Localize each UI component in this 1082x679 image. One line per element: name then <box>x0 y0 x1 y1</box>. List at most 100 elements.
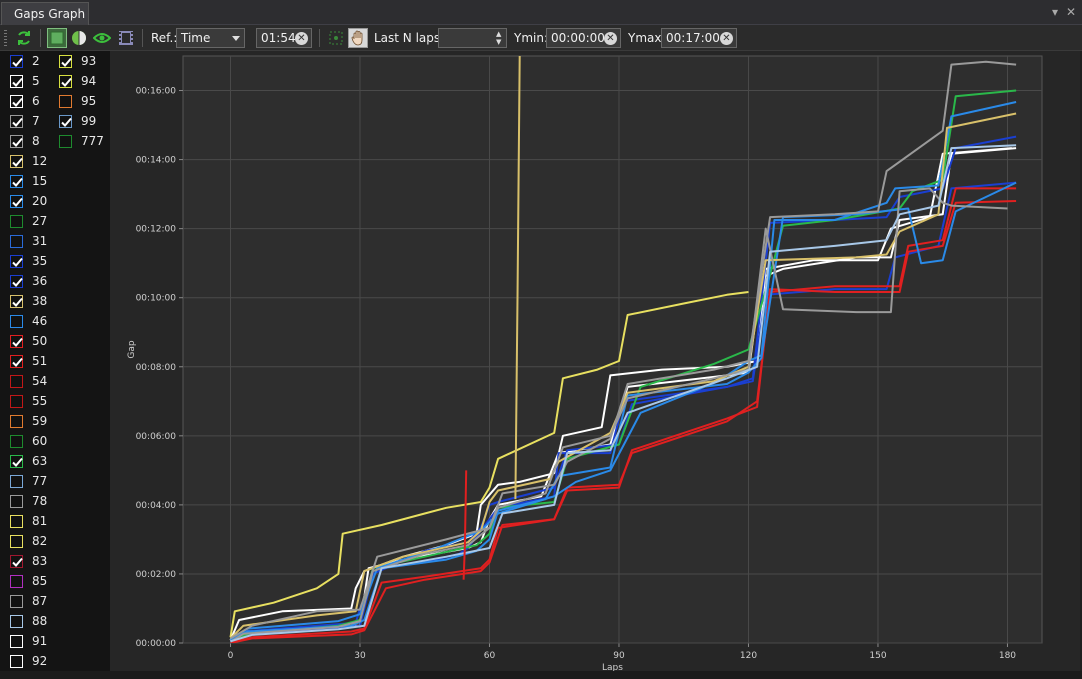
driver-checkbox[interactable] <box>59 94 72 108</box>
gaps-chart-svg[interactable]: 0 30 60 90 120 150 180 00:00:00 00:02:00 00:04:00… <box>110 51 1080 673</box>
toolbar-grip[interactable] <box>4 30 7 46</box>
driver-number-label: 82 <box>32 534 48 548</box>
driver-item[interactable]: 777 <box>59 132 104 150</box>
driver-item[interactable]: 31 <box>10 232 47 250</box>
driver-item[interactable]: 55 <box>10 392 47 410</box>
last-n-laps-stepper[interactable]: ▲ ▼ <box>438 28 507 48</box>
clear-icon[interactable]: ✕ <box>720 32 733 45</box>
ymin-input[interactable]: 00:00:00 ✕ <box>546 28 621 48</box>
driver-checkbox[interactable] <box>10 554 23 568</box>
driver-item[interactable]: 8 <box>10 132 40 150</box>
driver-item[interactable]: 5 <box>10 72 40 90</box>
driver-checkbox[interactable] <box>10 154 23 168</box>
driver-checkbox[interactable] <box>59 134 72 148</box>
driver-checkbox[interactable] <box>10 574 23 588</box>
driver-item[interactable]: 99 <box>59 112 96 130</box>
color-toggle-icon[interactable] <box>69 28 89 48</box>
driver-checkbox[interactable] <box>10 134 23 148</box>
select-all-icon[interactable] <box>47 28 67 48</box>
driver-item[interactable]: 88 <box>10 612 47 630</box>
driver-checkbox[interactable] <box>10 634 23 648</box>
select-region-icon[interactable] <box>326 28 346 48</box>
gaps-chart[interactable]: 0 30 60 90 120 150 180 00:00:00 00:02:00 00:04:00… <box>110 51 1080 673</box>
driver-item[interactable]: 50 <box>10 332 47 350</box>
driver-item[interactable]: 94 <box>59 72 96 90</box>
driver-checkbox[interactable] <box>10 334 23 348</box>
driver-checkbox[interactable] <box>10 654 23 668</box>
clear-icon[interactable]: ✕ <box>604 32 617 45</box>
visibility-icon[interactable] <box>92 28 112 48</box>
driver-item[interactable]: 15 <box>10 172 47 190</box>
driver-checkbox[interactable] <box>10 474 23 488</box>
driver-checkbox[interactable] <box>10 434 23 448</box>
driver-checkbox[interactable] <box>10 114 23 128</box>
driver-item[interactable]: 93 <box>59 52 96 70</box>
tab-menu-icon[interactable]: ▾ <box>1052 4 1058 20</box>
ref-select[interactable]: Time <box>176 28 245 48</box>
driver-checkbox[interactable] <box>59 114 72 128</box>
driver-number-label: 36 <box>32 274 48 288</box>
film-icon[interactable] <box>116 28 136 48</box>
driver-checkbox[interactable] <box>59 54 72 68</box>
driver-item[interactable]: 87 <box>10 592 47 610</box>
driver-checkbox[interactable] <box>10 254 23 268</box>
driver-checkbox[interactable] <box>10 314 23 328</box>
clear-icon[interactable]: ✕ <box>295 32 308 45</box>
driver-checkbox[interactable] <box>10 614 23 628</box>
driver-item[interactable]: 92 <box>10 652 47 670</box>
driver-checkbox[interactable] <box>10 294 23 308</box>
driver-item[interactable]: 85 <box>10 572 47 590</box>
driver-checkbox[interactable] <box>10 594 23 608</box>
driver-item[interactable]: 77 <box>10 472 47 490</box>
driver-item[interactable]: 6 <box>10 92 40 110</box>
spin-up-icon[interactable]: ▲ <box>496 30 504 38</box>
driver-item[interactable]: 63 <box>10 452 47 470</box>
driver-item[interactable]: 38 <box>10 292 47 310</box>
driver-item[interactable]: 12 <box>10 152 47 170</box>
ymax-input[interactable]: 00:17:00 ✕ <box>661 28 737 48</box>
driver-item[interactable]: 82 <box>10 532 47 550</box>
x-tick-label: 60 <box>484 651 496 661</box>
spin-down-icon[interactable]: ▼ <box>496 38 504 46</box>
driver-checkbox[interactable] <box>10 354 23 368</box>
driver-checkbox[interactable] <box>59 74 72 88</box>
driver-checkbox[interactable] <box>10 174 23 188</box>
driver-checkbox[interactable] <box>10 234 23 248</box>
refresh-icon[interactable] <box>14 28 34 48</box>
driver-item[interactable]: 36 <box>10 272 47 290</box>
driver-checkbox[interactable] <box>10 514 23 528</box>
driver-checkbox[interactable] <box>10 214 23 228</box>
tab-gaps-graph[interactable]: Gaps Graph <box>1 2 89 25</box>
driver-item[interactable]: 91 <box>10 632 47 650</box>
driver-item[interactable]: 54 <box>10 372 47 390</box>
driver-item[interactable]: 59 <box>10 412 47 430</box>
driver-checkbox[interactable] <box>10 74 23 88</box>
driver-item[interactable]: 35 <box>10 252 47 270</box>
time-input[interactable]: 01:54 ✕ <box>256 28 312 48</box>
driver-item[interactable]: 51 <box>10 352 47 370</box>
driver-item[interactable]: 81 <box>10 512 47 530</box>
driver-item[interactable]: 20 <box>10 192 47 210</box>
driver-checkbox[interactable] <box>10 374 23 388</box>
driver-checkbox[interactable] <box>10 194 23 208</box>
close-icon[interactable]: ✕ <box>1066 4 1076 20</box>
driver-item[interactable]: 95 <box>59 92 96 110</box>
driver-checkbox[interactable] <box>10 494 23 508</box>
driver-item[interactable]: 46 <box>10 312 47 330</box>
driver-checkbox[interactable] <box>10 534 23 548</box>
driver-checkbox[interactable] <box>10 414 23 428</box>
pan-hand-icon[interactable] <box>348 28 368 48</box>
driver-checkbox[interactable] <box>10 94 23 108</box>
driver-checkbox[interactable] <box>10 54 23 68</box>
driver-checkbox[interactable] <box>10 454 23 468</box>
driver-item[interactable]: 27 <box>10 212 47 230</box>
driver-item[interactable]: 60 <box>10 432 47 450</box>
driver-item[interactable]: 2 <box>10 52 40 70</box>
driver-item[interactable]: 78 <box>10 492 47 510</box>
y-tick-label: 00:12:00 <box>136 225 177 235</box>
driver-number-label: 83 <box>32 554 48 568</box>
driver-checkbox[interactable] <box>10 394 23 408</box>
driver-item[interactable]: 7 <box>10 112 40 130</box>
driver-item[interactable]: 83 <box>10 552 47 570</box>
driver-checkbox[interactable] <box>10 274 23 288</box>
